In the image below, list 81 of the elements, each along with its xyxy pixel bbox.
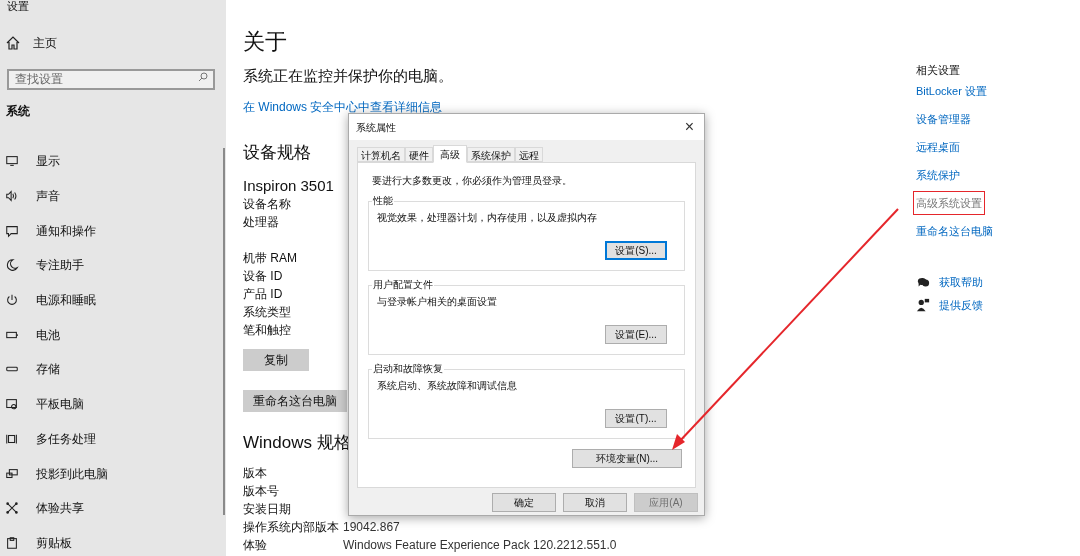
related-link[interactable]: BitLocker 设置 (916, 83, 987, 99)
settings-button[interactable]: 设置(E)... (605, 325, 667, 344)
related-link[interactable]: 设备管理器 (916, 111, 971, 127)
spec-label: 体验 (243, 538, 267, 552)
page-title: 关于 (243, 28, 287, 56)
tab[interactable]: 硬件 (405, 147, 433, 162)
sidebar-item[interactable]: 电源和睡眠 (5, 282, 108, 318)
spec-label: 安装日期 (243, 502, 291, 516)
spec-label: 版本 (243, 466, 267, 480)
sidebar-item[interactable]: 多任务处理 (5, 421, 108, 457)
related-link[interactable]: 远程桌面 (916, 139, 960, 155)
clipboard-icon (5, 535, 19, 550)
speech-bubble-icon (5, 223, 19, 238)
chat-bubbles-icon (916, 275, 930, 289)
spec-label: 操作系统内部版本 (243, 520, 339, 534)
settings-button[interactable]: 设置(T)... (605, 409, 667, 428)
spec-label: 产品 ID (243, 287, 283, 301)
sidebar-item[interactable]: 通知和操作 (5, 213, 108, 249)
tablet-icon (5, 397, 19, 412)
tab[interactable]: 高级 (433, 145, 467, 163)
sidebar-item[interactable]: 电池 (5, 317, 108, 353)
tab[interactable]: 计算机名 (357, 147, 405, 162)
close-button[interactable]: × (684, 119, 694, 135)
spec-label: 笔和触控 (243, 323, 291, 337)
search-icon (198, 72, 208, 82)
spec-label: 设备名称 (243, 197, 291, 211)
share-icon (5, 501, 19, 516)
group-title: 用户配置文件 (372, 279, 434, 291)
group-description: 视觉效果，处理器计划，内存使用，以及虚拟内存 (377, 212, 597, 224)
sidebar-item[interactable]: 声音 (5, 178, 108, 214)
section-heading: 相关设置 (916, 63, 960, 77)
admin-note: 要进行大多数更改，你必须作为管理员登录。 (371, 175, 572, 187)
group-title: 启动和故障恢复 (372, 363, 444, 375)
group-description: 系统启动、系统故障和调试信息 (377, 380, 517, 392)
section-heading: 设备规格 (243, 142, 311, 164)
device-model: Inspiron 3501 (243, 177, 334, 195)
section-heading: Windows 规格 (243, 432, 351, 454)
spec-value: 19042.867 (343, 519, 400, 536)
tab[interactable]: 系统保护 (467, 147, 515, 162)
status-text: 系统正在监控并保护你的电脑。 (243, 66, 453, 86)
spec-label: 处理器 (243, 215, 279, 229)
help-link[interactable]: 提供反馈 (916, 297, 983, 313)
group-description: 与登录帐户相关的桌面设置 (377, 296, 497, 308)
sidebar-item[interactable]: 存储 (5, 352, 108, 387)
settings-button[interactable]: 设置(S)... (605, 241, 667, 260)
environment-variables-button[interactable]: 环境变量(N)... (572, 449, 682, 468)
sidebar-item[interactable]: 平板电脑 (5, 386, 108, 422)
section-heading: 系统 (6, 103, 30, 119)
related-link[interactable]: 系统保护 (916, 167, 960, 183)
spec-label: 版本号 (243, 484, 279, 498)
sidebar-item[interactable]: 投影到此电脑 (5, 456, 108, 491)
home-link[interactable]: 主页 (5, 34, 57, 52)
dialog-title: 系统属性 (356, 120, 396, 135)
group-title: 性能 (372, 195, 394, 207)
spec-label: 系统类型 (243, 305, 291, 319)
projector-icon (5, 466, 19, 481)
related-link[interactable]: 重命名这台电脑 (916, 223, 993, 239)
sidebar-item[interactable]: 显示 (5, 144, 108, 179)
help-link[interactable]: 获取帮助 (916, 274, 983, 290)
tab[interactable]: 远程 (515, 147, 543, 162)
dialog-button[interactable]: 取消 (563, 493, 627, 512)
monitor-icon (5, 154, 19, 169)
sidebar-item[interactable]: 剪贴板 (5, 525, 108, 556)
spec-label: 设备 ID (243, 269, 283, 283)
scrollbar[interactable] (223, 148, 225, 515)
rename-button[interactable]: 重命名这台电脑 (243, 390, 347, 412)
moon-icon (5, 258, 19, 273)
dialog-button[interactable]: 确定 (492, 493, 556, 512)
copy-button[interactable]: 复制 (243, 349, 309, 371)
window-title: 设置 (7, 0, 29, 13)
person-icon (916, 298, 930, 312)
sidebar-item[interactable]: 体验共享 (5, 490, 108, 526)
related-link[interactable]: 高级系统设置 (913, 191, 985, 215)
security-link[interactable]: 在 Windows 安全中心中查看详细信息 (243, 99, 443, 115)
spec-label: 机带 RAM (243, 251, 297, 265)
speaker-icon (5, 189, 19, 204)
sidebar-item[interactable]: 专注助手 (5, 248, 108, 283)
spec-value: Windows Feature Experience Pack 120.2212.551.0 (343, 537, 617, 554)
home-icon (5, 35, 21, 51)
power-icon (5, 293, 19, 308)
search-field[interactable]: 查找设置 (7, 68, 215, 90)
